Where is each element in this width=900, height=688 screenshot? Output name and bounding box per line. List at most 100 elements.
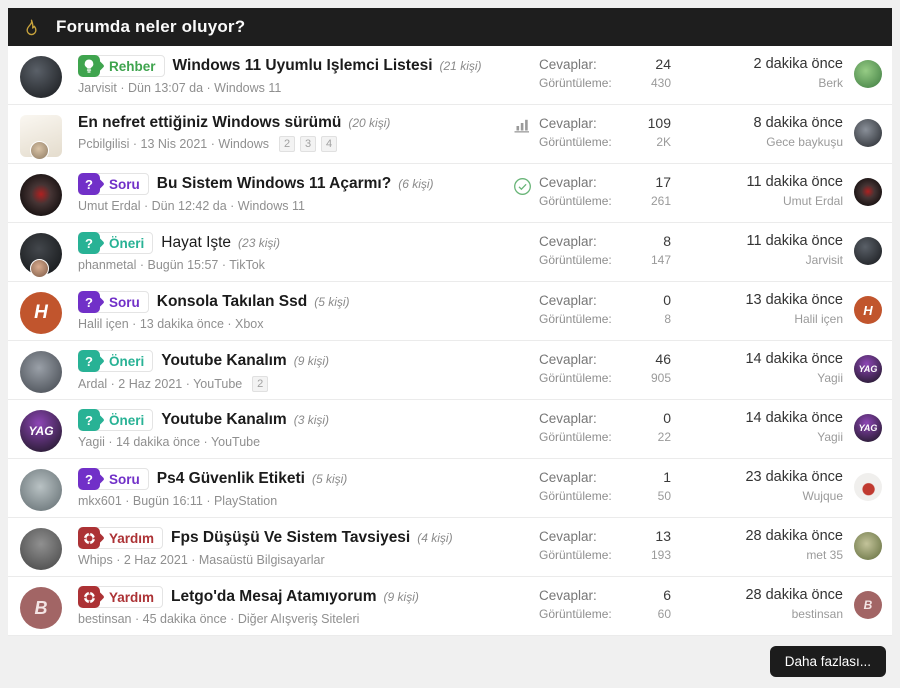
thread-author-avatar[interactable]: YAG	[20, 410, 62, 452]
thread-title[interactable]: En nefret ettiğiniz Windows sürümü	[78, 114, 341, 132]
avatar-overlay	[30, 141, 49, 160]
replies-value: 6	[663, 587, 671, 603]
thread-meta-text: bestinsan · 45 dakika önce · Diğer Alışv…	[78, 612, 360, 626]
replies-value: 1	[663, 469, 671, 485]
last-post-avatar[interactable]	[854, 473, 882, 501]
thread-author-avatar[interactable]	[20, 469, 62, 511]
last-post-avatar[interactable]	[854, 532, 882, 560]
last-post-user[interactable]: Umut Erdal	[691, 194, 843, 208]
badge-label: Öneri	[109, 353, 145, 369]
thread-meta: Umut Erdal · Dün 12:42 da · Windows 11	[78, 199, 505, 213]
thread-author-avatar[interactable]	[20, 233, 62, 278]
thread-row[interactable]: ? Soru Ps4 Güvenlik Etiketi (5 kişi) mkx…	[8, 459, 892, 518]
thread-row[interactable]: ? Soru Bu Sistem Windows 11 Açarmı? (6 k…	[8, 164, 892, 223]
last-post-user[interactable]: Yagii	[691, 371, 843, 385]
last-post: 13 dakika önce Halil içen	[691, 292, 843, 326]
thread-stats: Cevaplar: 109 Görüntüleme: 2K	[539, 115, 671, 149]
thread-main: Yardım Letgo'da Mesaj Atamıyorum (9 kişi…	[78, 586, 505, 626]
last-post-user[interactable]: met 35	[691, 548, 843, 562]
question-icon: ?	[78, 409, 100, 431]
lifebuoy-icon	[78, 586, 100, 608]
thread-list: Rehber Windows 11 Uyumlu Işlemci Listesi…	[8, 46, 892, 636]
last-post-user[interactable]: bestinsan	[691, 607, 843, 621]
last-post-user[interactable]: Berk	[691, 76, 843, 90]
question-icon: ?	[78, 232, 100, 254]
thread-author-avatar[interactable]	[20, 115, 62, 160]
last-post-user[interactable]: Gece baykuşu	[691, 135, 843, 149]
thread-stats: Cevaplar: 1 Görüntüleme: 50	[539, 469, 671, 503]
thread-title[interactable]: Ps4 Güvenlik Etiketi	[157, 470, 305, 488]
last-post-user[interactable]: Wujque	[691, 489, 843, 503]
thread-row[interactable]: ? Öneri Hayat Işte (23 kişi) phanmetal ·…	[8, 223, 892, 282]
thread-author-avatar[interactable]	[20, 174, 62, 216]
last-post-time: 14 dakika önce	[745, 351, 843, 367]
last-post: 28 dakika önce met 35	[691, 528, 843, 562]
replies-value: 8	[663, 233, 671, 249]
last-post-avatar[interactable]	[854, 178, 882, 206]
page-link[interactable]: 3	[300, 136, 317, 152]
badge: ? Soru	[78, 173, 149, 195]
thread-author-avatar[interactable]	[20, 56, 62, 98]
question-icon: ?	[78, 291, 100, 313]
thread-title[interactable]: Youtube Kanalım	[161, 352, 286, 370]
last-post-avatar[interactable]: B	[854, 591, 882, 619]
thread-author-avatar[interactable]	[20, 528, 62, 570]
badge: ? Soru	[78, 291, 149, 313]
participants-count: (6 kişi)	[398, 177, 434, 191]
replies-label: Cevaplar:	[539, 529, 597, 544]
thread-title[interactable]: Letgo'da Mesaj Atamıyorum	[171, 588, 377, 606]
last-post-time: 14 dakika önce	[745, 410, 843, 426]
thread-author-avatar[interactable]: H	[20, 292, 62, 334]
page-link[interactable]: 2	[252, 376, 269, 392]
thread-title[interactable]: Hayat Işte	[161, 234, 231, 252]
page-link[interactable]: 4	[321, 136, 338, 152]
participants-count: (23 kişi)	[238, 236, 281, 250]
badge-label: Yardım	[109, 589, 155, 605]
thread-title[interactable]: Bu Sistem Windows 11 Açarmı?	[157, 175, 391, 193]
thread-row[interactable]: Yardım Fps Düşüşü Ve Sistem Tavsiyesi (4…	[8, 518, 892, 577]
thread-meta-text: Halil içen · 13 dakika önce · Xbox	[78, 317, 264, 331]
thread-meta-text: phanmetal · Bugün 15:57 · TikTok	[78, 258, 265, 272]
thread-meta-text: Pcbilgilisi · 13 Nis 2021 · Windows	[78, 137, 270, 151]
badge-label: Soru	[109, 471, 140, 487]
thread-stats: Cevaplar: 24 Görüntüleme: 430	[539, 56, 671, 90]
replies-label: Cevaplar:	[539, 470, 597, 485]
last-post-avatar[interactable]: H	[854, 296, 882, 324]
thread-row[interactable]: ? Öneri Youtube Kanalım (9 kişi) Ardal ·…	[8, 341, 892, 400]
thread-row[interactable]: Rehber Windows 11 Uyumlu Işlemci Listesi…	[8, 46, 892, 105]
thread-title[interactable]: Youtube Kanalım	[161, 411, 286, 429]
page-link[interactable]: 2	[279, 136, 296, 152]
last-post-time: 28 dakika önce	[745, 528, 843, 544]
last-post-user[interactable]: Jarvisit	[691, 253, 843, 267]
thread-main: ? Soru Bu Sistem Windows 11 Açarmı? (6 k…	[78, 173, 505, 213]
thread-row[interactable]: B Yardım Letgo'da Mesaj Atamıyorum (9 ki…	[8, 577, 892, 636]
last-post-avatar[interactable]	[854, 119, 882, 147]
thread-row[interactable]: En nefret ettiğiniz Windows sürümü (20 k…	[8, 105, 892, 164]
views-label: Görüntüleme:	[539, 76, 612, 90]
replies-value: 109	[647, 115, 671, 131]
check-circle-icon	[505, 177, 539, 196]
views-value: 147	[650, 253, 671, 267]
thread-meta: bestinsan · 45 dakika önce · Diğer Alışv…	[78, 612, 505, 626]
last-post-avatar[interactable]	[854, 237, 882, 265]
thread-title[interactable]: Windows 11 Uyumlu Işlemci Listesi	[173, 57, 433, 75]
thread-row[interactable]: YAG ? Öneri Youtube Kanalım (3 kişi) Yag…	[8, 400, 892, 459]
last-post-user[interactable]: Yagii	[691, 430, 843, 444]
thread-author-avatar[interactable]	[20, 351, 62, 393]
replies-value: 46	[655, 351, 671, 367]
thread-meta: mkx601 · Bugün 16:11 · PlayStation	[78, 494, 505, 508]
participants-count: (3 kişi)	[293, 413, 330, 427]
thread-main: Yardım Fps Düşüşü Ve Sistem Tavsiyesi (4…	[78, 527, 505, 567]
avatar-overlay	[30, 259, 49, 278]
thread-title[interactable]: Konsola Takılan Ssd	[157, 293, 307, 311]
thread-row[interactable]: H ? Soru Konsola Takılan Ssd (5 kişi) Ha…	[8, 282, 892, 341]
thread-main: En nefret ettiğiniz Windows sürümü (20 k…	[78, 114, 505, 152]
thread-author-avatar[interactable]: B	[20, 587, 62, 629]
last-post-avatar[interactable]	[854, 60, 882, 88]
last-post-user[interactable]: Halil içen	[691, 312, 843, 326]
views-label: Görüntüleme:	[539, 607, 612, 621]
last-post-avatar[interactable]: YAG	[854, 355, 882, 383]
last-post-avatar[interactable]: YAG	[854, 414, 882, 442]
thread-title[interactable]: Fps Düşüşü Ve Sistem Tavsiyesi	[171, 529, 410, 547]
load-more-button[interactable]: Daha fazlası...	[769, 646, 886, 677]
